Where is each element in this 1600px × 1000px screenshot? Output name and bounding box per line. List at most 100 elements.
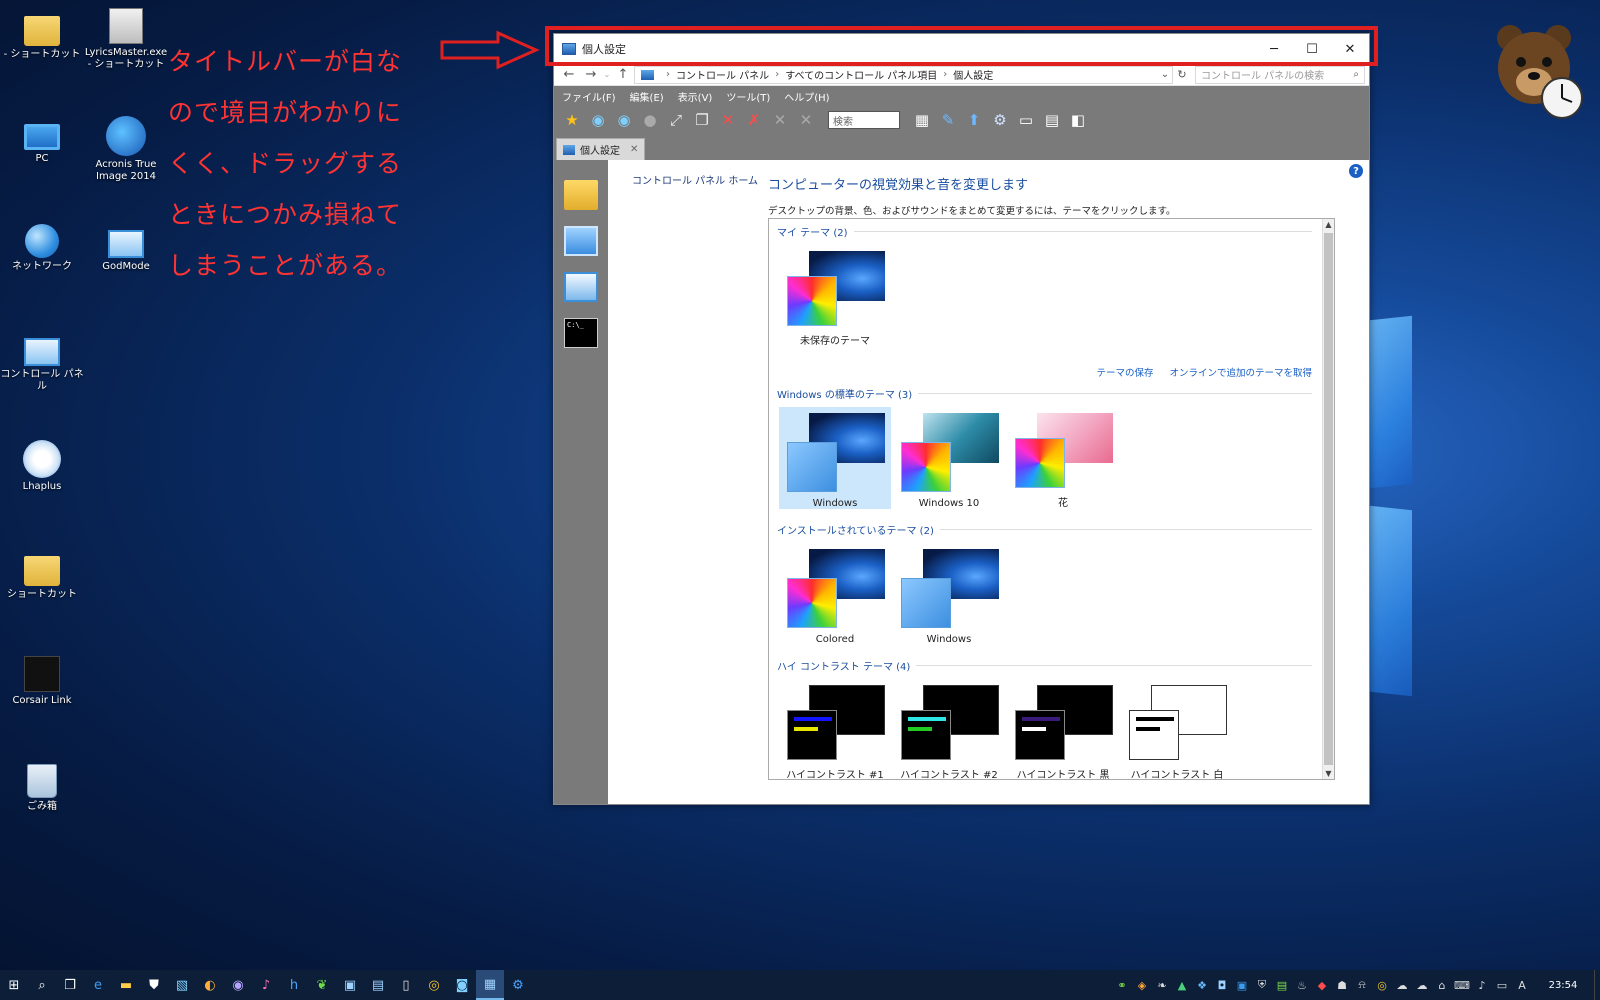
chrome-icon[interactable]: ◎ bbox=[420, 970, 448, 1000]
desktop-icon-network[interactable]: ネットワーク bbox=[0, 224, 84, 273]
tray-onedrive-icon[interactable]: ☁ bbox=[1412, 970, 1432, 1000]
expand-icon[interactable]: ⤢ bbox=[664, 109, 688, 131]
breadcrumb[interactable]: › コントロール パネル › すべてのコントロール パネル項目 › 個人設定 ⌄ bbox=[634, 65, 1173, 84]
menu-tools[interactable]: ツール(T) bbox=[726, 89, 770, 104]
menu-view[interactable]: 表示(V) bbox=[678, 89, 713, 104]
close-button[interactable]: ✕ bbox=[1331, 34, 1369, 64]
tray-user-icon[interactable]: ☗ bbox=[1332, 970, 1352, 1000]
monitor-app-icon[interactable]: ▣ bbox=[336, 970, 364, 1000]
breadcrumb-item[interactable]: すべてのコントロール パネル項目 bbox=[785, 67, 937, 82]
back-circle-icon[interactable]: ◉ bbox=[586, 109, 610, 131]
leaf-app-icon[interactable]: ❦ bbox=[308, 970, 336, 1000]
search-icon[interactable]: ⌕ bbox=[28, 970, 56, 1000]
document-app-icon[interactable]: ▯ bbox=[392, 970, 420, 1000]
toolbar-search-input[interactable]: 検索 bbox=[828, 111, 900, 129]
tray-leaf-icon[interactable]: ❧ bbox=[1152, 970, 1172, 1000]
search-input[interactable]: コントロール パネルの検索 ⌕ bbox=[1195, 65, 1365, 84]
start-windows-icon[interactable]: ⊞ bbox=[0, 970, 28, 1000]
control-panel-taskbar-icon[interactable]: ▦ bbox=[476, 970, 504, 1000]
desktop-icon-shortcut-1[interactable]: - ショートカット bbox=[0, 8, 84, 61]
desktop-icon-lhaplus[interactable]: Lhaplus bbox=[0, 440, 84, 493]
tab-personalization[interactable]: 個人設定 ✕ bbox=[556, 138, 646, 160]
explorer-folder-icon[interactable] bbox=[564, 180, 598, 210]
taskbar-clock[interactable]: 23:54 bbox=[1532, 980, 1594, 991]
refresh-icon[interactable]: ↻ bbox=[1173, 68, 1191, 81]
theme-unsaved[interactable]: 未保存のテーマ bbox=[779, 245, 891, 347]
screen-app-icon[interactable]: ▤ bbox=[364, 970, 392, 1000]
theme-high-contrast-white[interactable]: ハイコントラスト 白 bbox=[1121, 679, 1233, 779]
theme-windows[interactable]: Windows bbox=[779, 407, 891, 509]
maximize-button[interactable]: ☐ bbox=[1293, 34, 1331, 64]
tray-volume-icon[interactable]: ♪ bbox=[1472, 970, 1492, 1000]
tray-box-icon[interactable]: ▣ bbox=[1232, 970, 1252, 1000]
desktop-icon-recycle-bin[interactable]: ごみ箱 bbox=[0, 764, 84, 813]
favorites-star-icon[interactable]: ★ bbox=[560, 109, 584, 131]
ime-mode-indicator[interactable]: A bbox=[1512, 970, 1532, 1000]
tray-ime-icon[interactable]: ⌨ bbox=[1452, 970, 1472, 1000]
tray-network-icon[interactable]: ⌂ bbox=[1432, 970, 1452, 1000]
save-theme-link[interactable]: テーマの保存 bbox=[1096, 365, 1153, 379]
theme-high-contrast-black[interactable]: ハイコントラスト 黒 bbox=[1007, 679, 1119, 779]
tray-red-icon[interactable]: ◆ bbox=[1312, 970, 1332, 1000]
delete-icon[interactable]: ✕ bbox=[716, 109, 740, 131]
theme-windows-10[interactable]: Windows 10 bbox=[893, 407, 1005, 509]
desktop-icon-shortcut-2[interactable]: ショートカット bbox=[0, 548, 84, 601]
tray-shield-icon[interactable]: ⛨ bbox=[1252, 970, 1272, 1000]
store-icon[interactable]: ⛊ bbox=[140, 970, 168, 1000]
control-panel-home-link[interactable]: コントロール パネル ホーム bbox=[632, 176, 758, 187]
recent-dropdown-icon[interactable]: ⌄ bbox=[602, 70, 612, 79]
single-pane-icon[interactable]: ▭ bbox=[1014, 109, 1038, 131]
scroll-down-icon[interactable]: ▼ bbox=[1323, 769, 1334, 778]
cascade-windows-icon[interactable]: ❐ bbox=[690, 109, 714, 131]
command-prompt-icon[interactable]: C:\_ bbox=[564, 318, 598, 348]
gear-icon[interactable]: ⚙ bbox=[988, 109, 1012, 131]
title-bar[interactable]: 個人設定 ─ ☐ ✕ bbox=[554, 34, 1369, 64]
minimize-button[interactable]: ─ bbox=[1255, 34, 1293, 64]
desktop-icon-pc[interactable]: PC bbox=[0, 116, 84, 165]
view-options-icon[interactable]: ▦ bbox=[910, 109, 934, 131]
pin-icon[interactable]: ✎ bbox=[936, 109, 960, 131]
menu-edit[interactable]: 編集(E) bbox=[630, 89, 664, 104]
tray-link-icon[interactable]: ⚭ bbox=[1112, 970, 1132, 1000]
horizontal-pane-icon[interactable]: ▤ bbox=[1040, 109, 1064, 131]
hatena-icon[interactable]: h bbox=[280, 970, 308, 1000]
show-desktop-button[interactable] bbox=[1594, 970, 1600, 1000]
desktop-icon-lyricsmaster[interactable]: LyricsMaster.exe - ショートカット bbox=[84, 8, 168, 71]
tray-drive-icon[interactable]: ▲ bbox=[1172, 970, 1192, 1000]
bear-clock-gadget-icon[interactable] bbox=[1488, 22, 1586, 122]
desktop-icon-corsair-link[interactable]: Corsair Link bbox=[0, 656, 84, 707]
file-explorer-icon[interactable]: ▬ bbox=[112, 970, 140, 1000]
theme-colored[interactable]: Colored bbox=[779, 543, 891, 645]
edge-browser-icon[interactable]: e bbox=[84, 970, 112, 1000]
tray-chrome-icon[interactable]: ◎ bbox=[1372, 970, 1392, 1000]
task-view-icon[interactable]: ❐ bbox=[56, 970, 84, 1000]
desktop-icon-acronis[interactable]: Acronis True Image 2014 bbox=[84, 116, 168, 183]
theme-flowers[interactable]: 花 bbox=[1007, 407, 1119, 509]
breadcrumb-item[interactable]: 個人設定 bbox=[953, 67, 993, 82]
desktop-icon-control-panel[interactable]: コントロール パネル bbox=[0, 332, 84, 393]
forward-arrow-icon[interactable]: → bbox=[580, 67, 602, 82]
up-circle-icon[interactable]: ⬆ bbox=[962, 109, 986, 131]
scroll-thumb[interactable] bbox=[1324, 233, 1333, 765]
breadcrumb-item[interactable]: コントロール パネル bbox=[676, 67, 769, 82]
up-arrow-icon[interactable]: ↑ bbox=[612, 67, 634, 82]
remote-desktop-icon[interactable]: ◙ bbox=[448, 970, 476, 1000]
eye-app-icon[interactable]: ◉ bbox=[224, 970, 252, 1000]
tray-monitor-icon[interactable]: ▤ bbox=[1272, 970, 1292, 1000]
control-panel-icon[interactable] bbox=[564, 272, 598, 302]
tray-notification-icon[interactable]: ▭ bbox=[1492, 970, 1512, 1000]
settings-app-icon[interactable]: ⚙ bbox=[504, 970, 532, 1000]
desktop-icon-godmode[interactable]: GodMode bbox=[84, 224, 168, 273]
vertical-pane-icon[interactable]: ◧ bbox=[1066, 109, 1090, 131]
menu-file[interactable]: ファイル(F) bbox=[562, 89, 616, 104]
delete-file-icon[interactable]: ✗ bbox=[742, 109, 766, 131]
help-icon[interactable]: ? bbox=[1349, 164, 1363, 178]
theme-high-contrast-2[interactable]: ハイコントラスト #2 bbox=[893, 679, 1005, 779]
chevron-down-icon[interactable]: ⌄ bbox=[1158, 69, 1172, 80]
get-more-themes-link[interactable]: オンラインで追加のテーマを取得 bbox=[1169, 365, 1312, 379]
tray-steam-icon[interactable]: ♨ bbox=[1292, 970, 1312, 1000]
menu-help[interactable]: ヘルプ(H) bbox=[784, 89, 829, 104]
tab-close-icon[interactable]: ✕ bbox=[630, 144, 638, 155]
tray-dropbox-icon[interactable]: ❖ bbox=[1192, 970, 1212, 1000]
tray-bell-icon[interactable]: ⍾ bbox=[1352, 970, 1372, 1000]
